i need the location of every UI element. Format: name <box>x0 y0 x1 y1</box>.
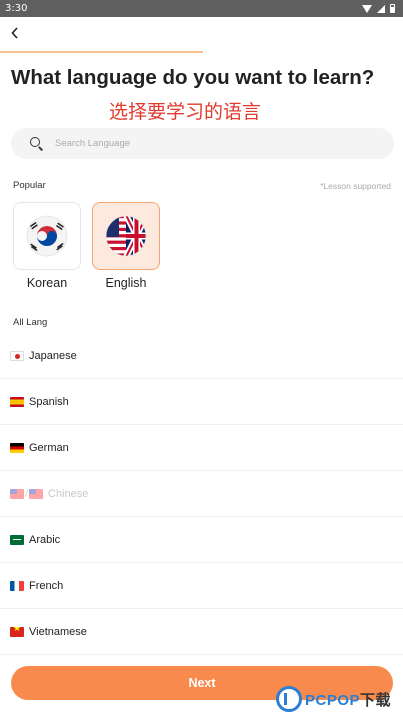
vietnam-flag-icon <box>10 626 24 637</box>
lang-row-french[interactable]: French <box>0 563 403 609</box>
france-flag-icon <box>10 580 24 591</box>
top-bar <box>0 17 403 53</box>
pcpop-watermark: PCPOP下载 <box>276 682 401 716</box>
watermark-brand: PCPOP <box>305 691 361 709</box>
lang-row-spanish[interactable]: Spanish <box>0 379 403 425</box>
lang-name: Arabic <box>29 533 61 546</box>
china-taiwan-flag-icon: / <box>10 488 44 499</box>
lang-name: French <box>29 579 64 592</box>
progress-fill <box>0 51 203 53</box>
lang-name: Spanish <box>29 395 69 408</box>
lang-name: Japanese <box>29 349 77 362</box>
lang-row-japanese[interactable]: Japanese <box>0 333 403 379</box>
lang-row-arabic[interactable]: Arabic <box>0 517 403 563</box>
korea-flag-icon <box>26 215 68 257</box>
status-bar: 3:30 <box>0 0 403 17</box>
page-title: What language do you want to learn? <box>11 66 375 89</box>
lang-name: German <box>29 441 69 454</box>
popular-card-korean[interactable] <box>13 202 81 270</box>
china-flag-icon <box>29 488 44 499</box>
status-time: 3:30 <box>5 3 28 14</box>
watermark-text: PCPOP下载 <box>305 689 391 710</box>
language-list: Japanese Spanish German / Chinese Arabic… <box>0 333 403 655</box>
back-button[interactable] <box>8 25 22 41</box>
chevron-left-icon <box>11 27 18 39</box>
status-icons <box>362 4 395 13</box>
popular-label: Popular <box>13 180 46 191</box>
lang-name: Chinese <box>48 487 89 500</box>
popular-name-korean: Korean <box>26 276 68 290</box>
pcpop-logo-icon <box>276 686 302 712</box>
lang-row-vietnamese[interactable]: Vietnamese <box>0 609 403 655</box>
page-subtitle: 选择要学习的语言 <box>109 101 262 123</box>
lang-row-german[interactable]: German <box>0 425 403 471</box>
all-lang-label: All Lang <box>13 317 48 328</box>
battery-icon <box>390 4 395 13</box>
wifi-icon <box>362 4 372 13</box>
spain-flag-icon <box>10 396 24 407</box>
popular-card-english[interactable] <box>92 202 160 270</box>
progress-bar <box>0 51 203 53</box>
taiwan-flag-icon <box>10 488 24 499</box>
flag-separator: / <box>25 488 29 499</box>
search-bar[interactable] <box>11 128 394 159</box>
search-icon <box>30 137 43 150</box>
signal-icon <box>377 4 385 13</box>
search-input[interactable] <box>55 138 355 149</box>
us-uk-flag-icon <box>105 215 147 257</box>
japan-flag-icon <box>10 350 24 361</box>
saudi-flag-icon <box>10 534 24 545</box>
lesson-supported-note: *Lesson supported <box>320 181 391 191</box>
lang-row-chinese[interactable]: / Chinese <box>0 471 403 517</box>
watermark-suffix: 下载 <box>360 691 392 709</box>
popular-name-english: English <box>105 276 147 290</box>
lang-name: Vietnamese <box>29 625 87 638</box>
germany-flag-icon <box>10 442 24 453</box>
